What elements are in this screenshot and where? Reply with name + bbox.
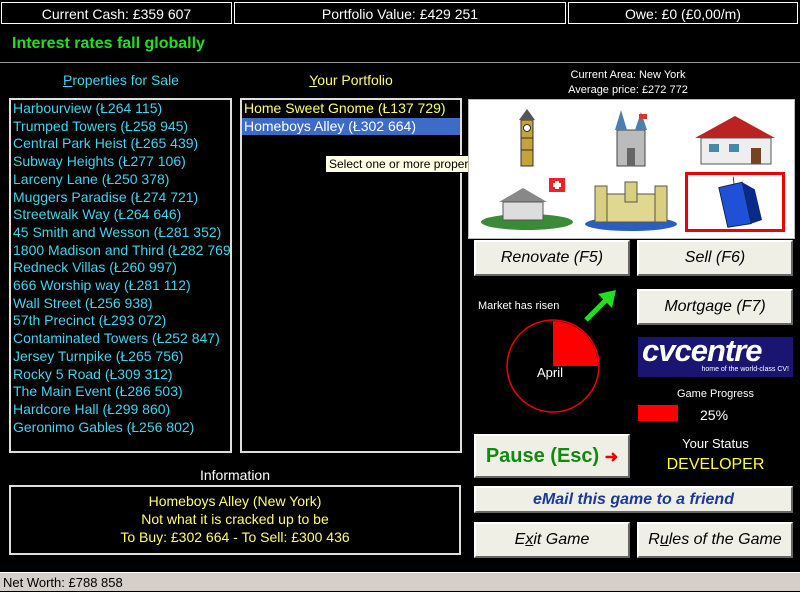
list-item[interactable]: Trumped Towers (Ł258 945) (11, 118, 230, 136)
list-item[interactable]: 45 Smith and Wesson (Ł281 352) (11, 224, 230, 242)
cvcentre-logo[interactable]: cvcentre home of the world-class CV! (638, 337, 793, 377)
info-line-2: Not what it is cracked up to be (141, 511, 329, 527)
property-tile-big-ben[interactable] (477, 108, 577, 168)
news-headline: Interest rates fall globally (12, 35, 205, 52)
farmhouse-icon (695, 116, 775, 165)
list-item[interactable]: 666 Worship way (Ł281 112) (11, 277, 230, 295)
list-item[interactable]: Homeboys Alley (Ł302 664) (242, 117, 460, 136)
game-progress-value: 25% (700, 407, 729, 423)
logo-text: cvcentre (642, 337, 763, 368)
list-item[interactable]: Larceny Lane (Ł250 378) (11, 171, 230, 189)
game-progress-bar (638, 405, 678, 421)
sell-button[interactable]: Sell (F6) (637, 240, 793, 276)
month-label: April (537, 365, 564, 380)
list-item[interactable]: Rocky 5 Road (Ł309 312) (11, 366, 230, 384)
walled-castle-icon (585, 181, 677, 231)
info-line-1: Homeboys Alley (New York) (148, 493, 322, 509)
email-game-button[interactable]: eMail this game to a friend (474, 486, 793, 513)
game-progress-label: Game Progress (676, 388, 755, 400)
property-tile-swiss-chalet[interactable] (477, 172, 577, 232)
castle-spires-icon (615, 110, 647, 167)
list-item[interactable]: The Main Event (Ł286 503) (11, 383, 230, 401)
information-heading: Information (199, 467, 271, 483)
rules-of-the-game-button[interactable]: Rules of the Game (637, 522, 793, 558)
mortgage-button[interactable]: Mortgage (F7) (637, 289, 793, 325)
property-images-grid (468, 99, 795, 239)
list-item[interactable]: Central Park Heist (Ł265 439) (11, 135, 230, 153)
pause-button[interactable]: Pause (Esc) ➜ (474, 434, 630, 478)
info-line-3: To Buy: £302 664 - To Sell: £300 436 (120, 529, 350, 545)
list-item[interactable]: Contaminated Towers (Ł252 847) (11, 330, 230, 348)
pause-label: Pause (Esc) (485, 445, 600, 467)
game-progress-fill (638, 405, 678, 421)
property-tile-walled-castle[interactable] (581, 172, 681, 232)
market-status-text: Market has risen (478, 300, 560, 312)
average-price: Average price: £272 772 (568, 84, 688, 96)
list-item[interactable]: Muggers Paradise (Ł274 721) (11, 189, 230, 207)
list-item[interactable]: Home Sweet Gnome (Ł137 729) (242, 100, 460, 118)
portfolio-value-box: Portfolio Value: £429 251 (234, 2, 566, 24)
property-tile-farmhouse[interactable] (685, 108, 785, 168)
property-tile-castle-spires[interactable] (581, 108, 681, 168)
status-value: DEVELOPER (666, 456, 765, 473)
list-item[interactable]: Geronimo Gables (Ł256 802) (11, 419, 230, 437)
owe-box: Owe: £0 (£0,00/m) (568, 2, 798, 24)
big-ben-icon (519, 109, 535, 167)
property-tile-skyscraper[interactable] (685, 172, 785, 232)
exit-game-button[interactable]: Exit Game (474, 522, 630, 558)
portfolio-list[interactable]: Home Sweet Gnome (Ł137 729) Homeboys Alle… (240, 98, 462, 453)
list-item[interactable]: 57th Precinct (Ł293 072) (11, 312, 230, 330)
your-portfolio-heading: Your Portfolio (309, 72, 393, 88)
list-item[interactable]: Harbourview (Ł264 115) (11, 100, 230, 118)
information-box: Homeboys Alley (New York) Not what it is… (9, 485, 461, 555)
renovate-button[interactable]: Renovate (F5) (474, 240, 630, 276)
properties-for-sale-list[interactable]: Harbourview (Ł264 115) Trumped Towers (Ł2… (9, 98, 232, 453)
skyscraper-icon (718, 176, 762, 228)
list-item[interactable]: 1800 Madison and Third (Ł282 769 (11, 242, 230, 260)
list-item[interactable]: Redneck Villas (Ł260 997) (11, 259, 230, 277)
tooltip: Select one or more properties (325, 155, 492, 173)
swiss-chalet-icon (481, 178, 573, 230)
status-label: Your Status (682, 436, 749, 451)
current-area: Current Area: New York (570, 69, 686, 81)
right-arrow-icon: ➜ (604, 449, 619, 466)
pie-slice (553, 321, 598, 366)
net-worth-statusbar: Net Worth: £788 858 (0, 572, 800, 591)
list-item[interactable]: Wall Street (Ł256 938) (11, 295, 230, 313)
list-item[interactable]: Subway Heights (Ł277 106) (11, 153, 230, 171)
list-item[interactable]: Hardcore Hall (Ł299 860) (11, 401, 230, 419)
properties-for-sale-heading: Properties for Sale (63, 72, 179, 88)
current-cash-box: Current Cash: £359 607 (1, 2, 232, 24)
divider (0, 62, 800, 63)
list-item[interactable]: Streetwalk Way (Ł264 646) (11, 206, 230, 224)
list-item[interactable]: Jersey Turnpike (Ł265 756) (11, 348, 230, 366)
